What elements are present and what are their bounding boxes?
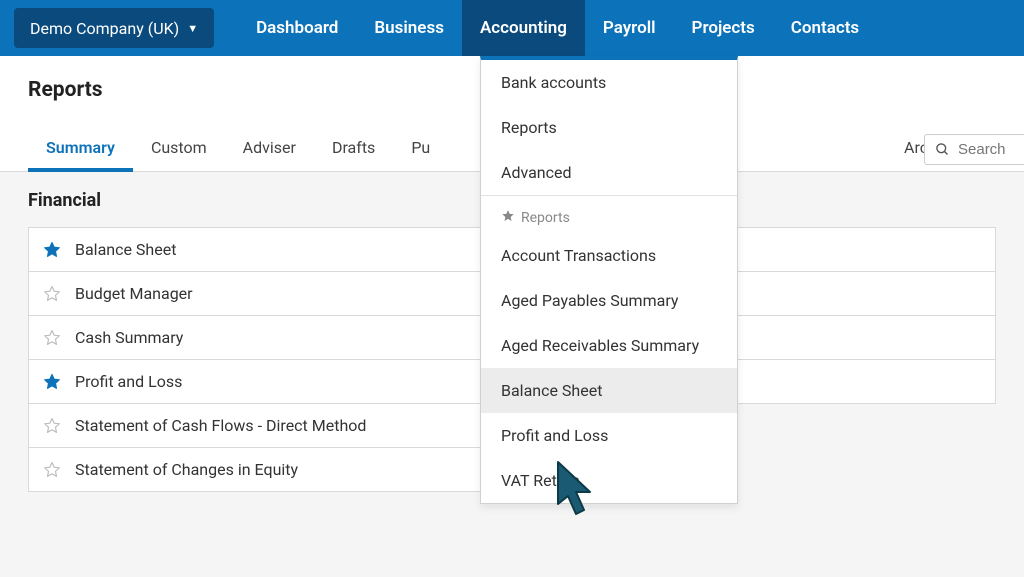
star-icon[interactable] — [43, 329, 61, 347]
report-label: Budget Manager — [75, 284, 193, 303]
star-icon — [501, 209, 515, 227]
nav-business[interactable]: Business — [356, 0, 462, 56]
star-icon[interactable] — [43, 373, 61, 391]
caret-down-icon: ▼ — [187, 22, 198, 35]
org-switcher[interactable]: Demo Company (UK) ▼ — [14, 8, 214, 48]
dropdown-item[interactable]: Reports — [481, 105, 737, 150]
tab-published[interactable]: Pu — [393, 128, 448, 171]
search-box[interactable] — [924, 134, 1024, 165]
star-icon[interactable] — [43, 417, 61, 435]
report-label: Balance Sheet — [75, 240, 176, 259]
report-row[interactable]: Budget Manager — [28, 271, 507, 316]
report-row[interactable]: Profit and Loss — [28, 359, 507, 404]
nav-accounting[interactable]: Accounting — [462, 0, 585, 56]
tab-drafts[interactable]: Drafts — [314, 128, 393, 171]
dropdown-item[interactable]: Bank accounts — [481, 60, 737, 105]
dropdown-item[interactable]: Profit and Loss — [481, 413, 737, 458]
dropdown-item[interactable]: VAT Return — [481, 458, 737, 503]
search-icon — [935, 142, 950, 157]
report-label: Cash Summary — [75, 328, 183, 347]
report-row[interactable]: Statement of Cash Flows - Direct Method — [28, 403, 507, 448]
report-col-left: Balance Sheet Budget Manager Cash Summary P… — [28, 227, 507, 492]
report-row[interactable]: Balance Sheet — [28, 227, 507, 272]
search-input[interactable] — [958, 141, 1014, 158]
tab-adviser[interactable]: Adviser — [225, 128, 314, 171]
accounting-dropdown: Bank accountsReportsAdvancedReportsAccou… — [480, 56, 738, 504]
nav-payroll[interactable]: Payroll — [585, 0, 674, 56]
star-icon[interactable] — [43, 461, 61, 479]
report-row[interactable]: Cash Summary — [28, 315, 507, 360]
report-row[interactable]: Statement of Changes in Equity — [28, 447, 507, 492]
report-label: Statement of Cash Flows - Direct Method — [75, 416, 366, 435]
report-label: Statement of Changes in Equity — [75, 460, 298, 479]
nav-dashboard[interactable]: Dashboard — [238, 0, 356, 56]
nav-projects[interactable]: Projects — [674, 0, 773, 56]
dropdown-item[interactable]: Account Transactions — [481, 233, 737, 278]
report-label: Profit and Loss — [75, 372, 182, 391]
star-icon[interactable] — [43, 285, 61, 303]
top-nav: Demo Company (UK) ▼ Dashboard Business A… — [0, 0, 1024, 56]
dropdown-section-header: Reports — [481, 195, 737, 233]
dropdown-item[interactable]: Advanced — [481, 150, 737, 195]
dropdown-item[interactable]: Aged Payables Summary — [481, 278, 737, 323]
dropdown-item[interactable]: Aged Receivables Summary — [481, 323, 737, 368]
dropdown-item[interactable]: Balance Sheet — [481, 368, 737, 413]
tab-summary[interactable]: Summary — [28, 128, 133, 171]
nav-contacts[interactable]: Contacts — [773, 0, 877, 56]
dropdown-section-label: Reports — [521, 210, 570, 226]
tab-custom[interactable]: Custom — [133, 128, 225, 171]
org-name: Demo Company (UK) — [30, 19, 179, 38]
star-icon[interactable] — [43, 241, 61, 259]
